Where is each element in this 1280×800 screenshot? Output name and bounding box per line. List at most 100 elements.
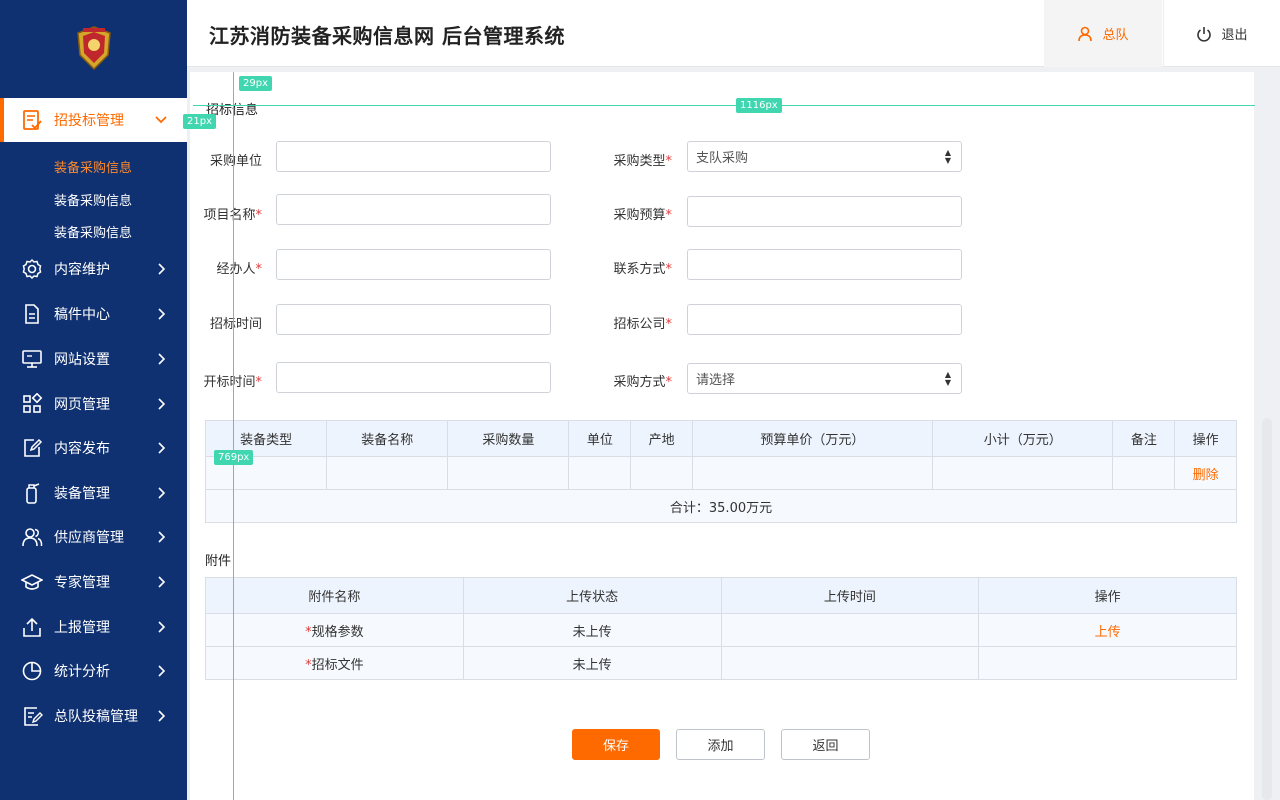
purchase-type-select[interactable]: 支队采购 ▲ ▼	[687, 141, 962, 172]
chevron-right-icon	[158, 531, 166, 543]
cell-equipment-name[interactable]	[326, 456, 449, 490]
chevron-right-icon	[158, 576, 166, 588]
cell-upload-status: 未上传	[462, 613, 722, 647]
col-action: 操作	[1174, 420, 1237, 457]
sidebar-item-label: 上报管理	[54, 620, 110, 636]
col-subtotal: 小计（万元）	[931, 420, 1114, 457]
col-remark: 备注	[1112, 420, 1176, 457]
opentime-label: 开标时间*	[203, 375, 262, 390]
handler-input[interactable]	[276, 249, 551, 280]
back-button[interactable]: 返回	[781, 729, 870, 760]
sidebar-item-equipment-management[interactable]: 装备管理	[0, 471, 187, 515]
sidebar-item-label: 装备管理	[54, 486, 110, 502]
sidebar-item-manuscript-center[interactable]: 稿件中心	[0, 292, 187, 336]
page-scrollbar[interactable]	[1262, 418, 1272, 800]
top-header: 江苏消防装备采购信息网 后台管理系统 总队 退出	[187, 0, 1280, 67]
sidebar-item-content-publish[interactable]: 内容发布	[0, 426, 187, 470]
sidebar-item-content-maintenance[interactable]: 内容维护	[0, 247, 187, 291]
cell-subtotal[interactable]	[931, 456, 1114, 490]
measure-tag-769: 769px	[214, 450, 254, 465]
user-icon	[1078, 26, 1093, 41]
upload-link[interactable]: 上传	[1095, 625, 1121, 640]
sidebar-item-label: 内容维护	[54, 262, 110, 278]
sidebar-item-label: 招投标管理	[54, 113, 124, 129]
purchase-budget-input[interactable]	[687, 196, 962, 227]
bid-company-input[interactable]	[687, 304, 962, 335]
total-row: 合计：35.00万元	[205, 489, 1237, 523]
cell-action	[978, 646, 1237, 680]
chevron-right-icon	[158, 665, 166, 677]
pname-label: 项目名称*	[203, 208, 262, 223]
chevron-right-icon	[158, 710, 166, 722]
measure-tag-21: 21px	[183, 114, 216, 129]
cell-upload-time	[720, 646, 980, 680]
table-row: 删除	[204, 456, 1237, 490]
sidebar-item-label: 网站设置	[54, 352, 110, 368]
chevron-down-icon	[155, 116, 167, 124]
grid-icon	[23, 393, 43, 413]
delete-link[interactable]: 删除	[1193, 468, 1219, 483]
upload-icon	[23, 617, 41, 637]
sidebar: 招投标管理 装备采购信息 装备采购信息 装备采购信息 内容维护 稿件中心 网站设	[0, 0, 187, 800]
gear-icon	[22, 258, 42, 280]
contact-input[interactable]	[687, 249, 962, 280]
contact-label: 联系方式*	[613, 262, 672, 277]
sidebar-item-label: 总队投稿管理	[54, 709, 138, 725]
user-button[interactable]: 总队	[1044, 0, 1162, 67]
power-icon	[1197, 26, 1212, 42]
sidebar-item-label: 内容发布	[54, 441, 110, 457]
purchase-type-value: 支队采购	[696, 151, 749, 166]
cell-upload-status: 未上传	[462, 646, 722, 680]
add-button[interactable]: 添加	[676, 729, 765, 760]
table-header-row: 装备类型 装备名称 采购数量 单位 产地 预算单价（万元） 小计（万元） 备注 …	[204, 420, 1237, 457]
col-unit: 单位	[568, 420, 632, 457]
project-name-input[interactable]	[276, 194, 551, 225]
sidebar-item-page-management[interactable]: 网页管理	[0, 382, 187, 426]
save-button[interactable]: 保存	[572, 729, 660, 760]
cell-quantity[interactable]	[447, 456, 570, 490]
sidebar-item-bidding[interactable]: 招投标管理	[0, 98, 187, 142]
sidebar-item-report-management[interactable]: 上报管理	[0, 605, 187, 649]
cell-origin[interactable]	[630, 456, 693, 490]
measure-guide-vertical	[233, 72, 234, 800]
select-arrows-icon: ▲ ▼	[944, 148, 951, 165]
sub-item-equipment-info-3[interactable]: 装备采购信息	[54, 222, 132, 241]
fire-badge-logo	[0, 0, 187, 96]
method-label: 采购方式*	[613, 375, 672, 390]
users-icon	[22, 528, 43, 547]
col-upload-status: 上传状态	[462, 577, 722, 614]
cell-attachment-name: *规格参数	[205, 613, 464, 647]
chevron-right-icon	[158, 398, 166, 410]
cell-unit-price[interactable]	[691, 456, 933, 490]
attachments-table: 附件名称 上传状态 上传时间 操作 *规格参数 未上传 上传 *招标文件 未上传	[205, 577, 1237, 680]
pie-chart-icon	[22, 661, 42, 681]
sub-item-equipment-info-1[interactable]: 装备采购信息	[54, 157, 132, 176]
bidtime-label: 招标时间	[209, 317, 262, 332]
purchase-method-select[interactable]: 请选择 ▲ ▼	[687, 363, 962, 394]
purchase-method-value: 请选择	[696, 373, 736, 388]
sub-item-equipment-info-2[interactable]: 装备采购信息	[54, 190, 132, 209]
table-row: *招标文件 未上传	[205, 646, 1237, 680]
sidebar-item-expert-management[interactable]: 专家管理	[0, 560, 187, 604]
sidebar-item-submission-management[interactable]: 总队投稿管理	[0, 694, 187, 738]
edit-icon	[24, 438, 43, 457]
cell-unit[interactable]	[568, 456, 632, 490]
sidebar-item-label: 网页管理	[54, 397, 110, 413]
equipment-table: 装备类型 装备名称 采购数量 单位 产地 预算单价（万元） 小计（万元） 备注 …	[204, 420, 1237, 523]
open-time-input[interactable]	[276, 362, 551, 393]
chevron-right-icon	[158, 353, 166, 365]
measure-guide-horizontal	[193, 105, 1255, 106]
sidebar-item-statistics[interactable]: 统计分析	[0, 649, 187, 693]
purchase-unit-input[interactable]	[276, 141, 551, 172]
bid-time-input[interactable]	[276, 304, 551, 335]
chevron-right-icon	[158, 487, 166, 499]
sidebar-item-supplier-management[interactable]: 供应商管理	[0, 515, 187, 559]
attachments-title: 附件	[205, 554, 232, 569]
logout-button[interactable]: 退出	[1163, 0, 1280, 67]
chevron-right-icon	[158, 621, 166, 633]
cell-remark[interactable]	[1112, 456, 1176, 490]
ptype-label: 采购类型*	[613, 154, 672, 169]
cell-attachment-name: *招标文件	[205, 646, 464, 680]
sidebar-item-site-settings[interactable]: 网站设置	[0, 337, 187, 381]
total-cell: 合计：35.00万元	[205, 489, 1237, 523]
